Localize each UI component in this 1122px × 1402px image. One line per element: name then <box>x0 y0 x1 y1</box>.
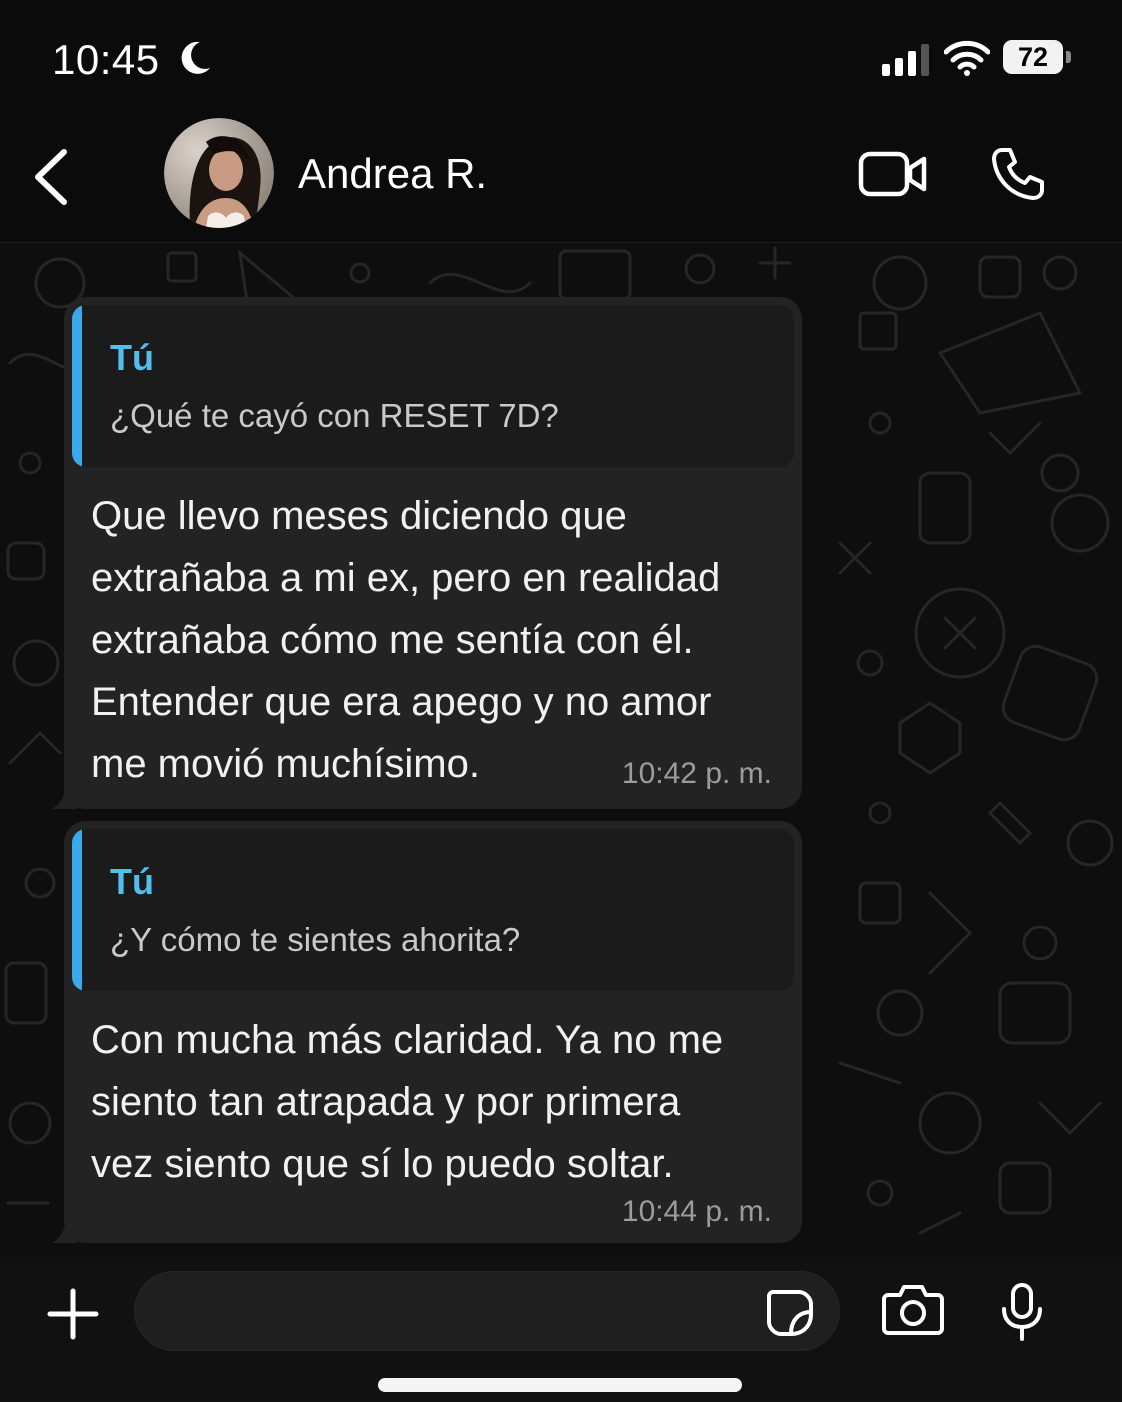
battery-icon: 72 <box>1003 40 1063 74</box>
quote-accent-bar <box>72 829 82 991</box>
quote-accent-bar <box>72 305 82 467</box>
message-timestamp: 10:42 p. m. <box>621 757 772 790</box>
quote-author: Tú <box>110 337 154 378</box>
message-line: Con mucha más claridad. Ya no me <box>91 1018 724 1062</box>
plus-icon[interactable] <box>46 1287 100 1341</box>
microphone-icon[interactable] <box>1000 1283 1044 1341</box>
status-time: 10:45 <box>52 36 160 83</box>
message-line: extrañaba a mi ex, pero en realidad <box>91 556 721 600</box>
status-bar: 10:45 72 <box>0 0 1122 118</box>
wifi-icon <box>944 40 990 76</box>
message-line: Entender que era apego y no amor <box>91 680 712 724</box>
message-line: extrañaba cómo me sentía con él. <box>91 618 694 662</box>
contact-name[interactable]: Andrea R. <box>298 150 487 198</box>
message-text: Con mucha más claridad. Ya no me siento … <box>91 1009 791 1195</box>
bubble-tail <box>52 783 78 809</box>
chat-header: Andrea R. <box>0 118 1122 243</box>
video-camera-icon[interactable] <box>858 150 928 198</box>
phone-icon[interactable] <box>990 146 1046 202</box>
signal-icon <box>882 44 929 76</box>
message-timestamp: 10:44 p. m. <box>621 1195 772 1228</box>
battery-level: 72 <box>1017 42 1049 72</box>
quote-author: Tú <box>110 861 154 902</box>
quoted-reply[interactable]: Tú ¿Qué te cayó con RESET 7D? <box>72 305 794 467</box>
quote-text: ¿Y cómo te sientes ahorita? <box>110 921 521 958</box>
message-line: Que llevo meses diciendo que <box>91 494 627 538</box>
chat-area[interactable]: Tú ¿Qué te cayó con RESET 7D? Que llevo … <box>0 243 1122 1257</box>
message-bubble[interactable]: Tú ¿Y cómo te sientes ahorita? Con mucha… <box>52 821 802 1243</box>
quote-text: ¿Qué te cayó con RESET 7D? <box>110 397 559 434</box>
avatar[interactable] <box>164 118 274 228</box>
message-line: vez siento que sí lo puedo soltar. <box>91 1142 674 1186</box>
message-bubble[interactable]: Tú ¿Qué te cayó con RESET 7D? Que llevo … <box>52 297 802 809</box>
back-chevron-icon[interactable] <box>28 146 76 208</box>
battery-tip <box>1066 51 1071 63</box>
message-input[interactable] <box>134 1271 840 1351</box>
bubble-tail <box>52 1217 78 1243</box>
camera-icon[interactable] <box>882 1283 944 1335</box>
sticker-icon[interactable] <box>765 1288 815 1338</box>
home-indicator[interactable] <box>378 1378 742 1392</box>
moon-icon <box>181 41 210 74</box>
quoted-reply[interactable]: Tú ¿Y cómo te sientes ahorita? <box>72 829 794 991</box>
message-text: Que llevo meses diciendo que extrañaba a… <box>91 485 791 795</box>
message-line: siento tan atrapada y por primera <box>91 1080 681 1124</box>
